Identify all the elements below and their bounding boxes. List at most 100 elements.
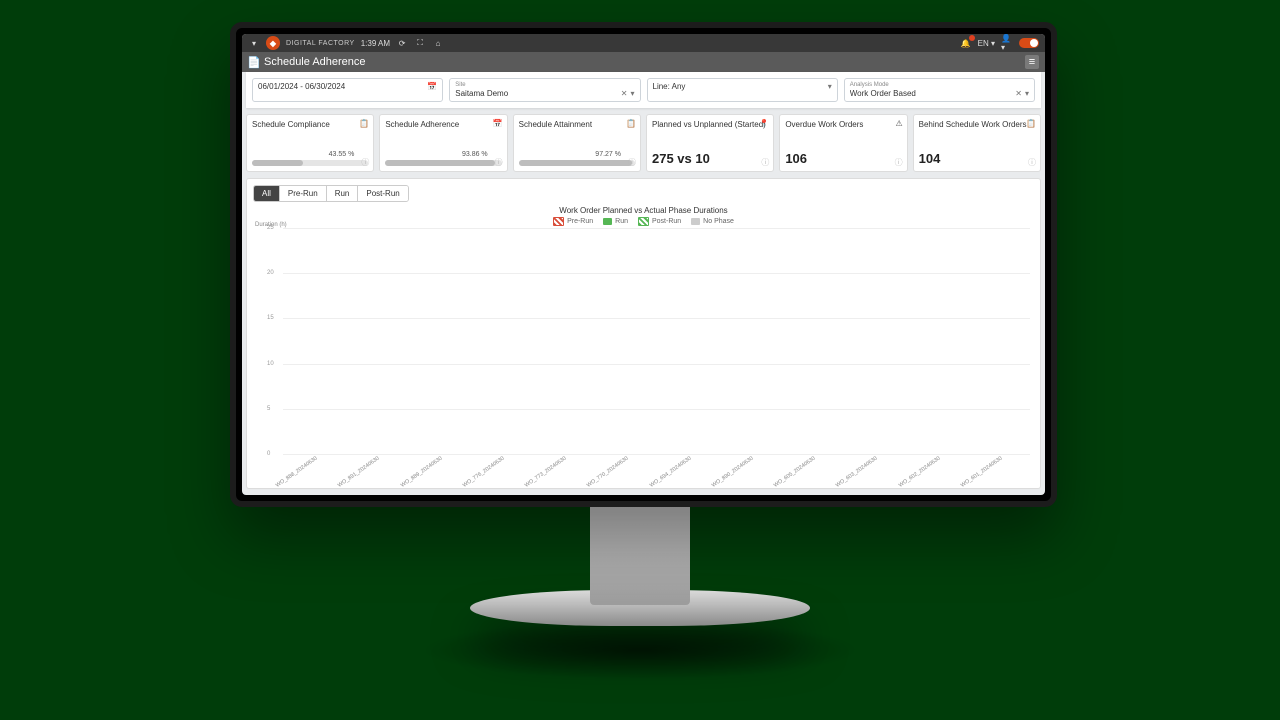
refresh-icon[interactable]: ⟳ xyxy=(396,37,408,49)
info-icon[interactable]: ⓘ xyxy=(495,157,503,168)
analysis-mode-field[interactable]: Analysis Mode Work Order Based✕▾ xyxy=(844,78,1035,102)
progress-bar: 97.27 % xyxy=(519,160,635,166)
phase-tabs: AllPre-RunRunPost-Run xyxy=(253,185,409,202)
bar-group: WO_890_20240630 xyxy=(738,228,762,454)
kpi-card: Schedule Compliance📋43.55 %ⓘ xyxy=(246,114,374,172)
tab-prerun[interactable]: Pre-Run xyxy=(280,186,327,201)
y-tick: 20 xyxy=(267,270,274,276)
y-tick: 25 xyxy=(267,225,274,231)
bell-icon[interactable]: 🔔 xyxy=(960,37,972,49)
x-tick: WO_770_20240630 xyxy=(585,454,630,489)
legend-swatch-postrun xyxy=(638,217,649,226)
kpi-title: Schedule Compliance xyxy=(252,120,368,129)
date-range-field[interactable]: 06/01/2024 - 06/30/2024📅 xyxy=(252,78,443,102)
info-icon[interactable]: ⓘ xyxy=(361,157,369,168)
chevron-down-icon[interactable]: ▾ xyxy=(1025,89,1029,98)
chart-plot: Duration (h) 0510152025 WO_888_20240630W… xyxy=(283,228,1030,454)
info-icon[interactable]: ⓘ xyxy=(628,157,636,168)
x-tick: WO_889_20240630 xyxy=(398,454,443,489)
kpi-card: Behind Schedule Work Orders📋 104ⓘ xyxy=(913,114,1041,172)
app-screen: ▾ ◆ DIGITAL FACTORY 1:39 AM ⟳ ⛶ ⌂ 🔔 EN ▾… xyxy=(242,34,1045,495)
fullscreen-icon[interactable]: ⛶ xyxy=(414,37,426,49)
x-tick: WO_890_20240630 xyxy=(710,454,755,489)
kpi-row: Schedule Compliance📋43.55 %ⓘSchedule Adh… xyxy=(242,108,1045,178)
bar-group: WO_694_20240630 xyxy=(676,228,700,454)
progress-bar: 43.55 % xyxy=(252,160,368,166)
info-icon[interactable]: ⓘ xyxy=(761,157,769,168)
bar-group: WO_888_20240630 xyxy=(302,228,326,454)
x-tick: WO_773_20240630 xyxy=(523,454,568,489)
kpi-icon: 📋 xyxy=(1026,119,1036,128)
filter-bar: 06/01/2024 - 06/30/2024📅 Site Saitama De… xyxy=(246,72,1041,108)
kpi-title: Behind Schedule Work Orders xyxy=(919,120,1035,129)
page-title-bar: 📄 Schedule Adherence ≡ xyxy=(242,52,1045,72)
legend-swatch-prerun xyxy=(553,217,564,226)
kpi-value: 106 xyxy=(785,151,901,166)
bar-group: WO_889_20240630 xyxy=(427,228,451,454)
tab-run[interactable]: Run xyxy=(327,186,359,201)
chart-title: Work Order Planned vs Actual Phase Durat… xyxy=(253,206,1034,215)
kpi-title: Schedule Adherence xyxy=(385,120,501,129)
x-tick: WO_603_20240630 xyxy=(834,454,879,489)
chevron-down-icon[interactable]: ▾ xyxy=(630,89,634,98)
clock-text: 1:39 AM xyxy=(361,39,390,48)
kpi-icon: 📅 xyxy=(493,119,503,128)
kpi-title: Schedule Attainment xyxy=(519,120,635,129)
language-selector[interactable]: EN ▾ xyxy=(978,39,995,48)
user-icon[interactable]: 👤▾ xyxy=(1001,37,1013,49)
kpi-icon: 📍 xyxy=(759,119,769,128)
kpi-icon: ⚠ xyxy=(895,119,902,128)
tab-postrun[interactable]: Post-Run xyxy=(358,186,407,201)
bar-group: WO_605_20240630 xyxy=(800,228,824,454)
chart-card: AllPre-RunRunPost-Run Work Order Planned… xyxy=(246,178,1041,489)
bar-group: WO_603_20240630 xyxy=(862,228,886,454)
kpi-value: 97.27 % xyxy=(595,151,621,158)
kpi-value: 93.86 % xyxy=(462,151,488,158)
page-menu-button[interactable]: ≡ xyxy=(1025,55,1039,69)
kpi-title: Overdue Work Orders xyxy=(785,120,901,129)
bar-group: WO_602_20240630 xyxy=(925,228,949,454)
tab-all[interactable]: All xyxy=(254,186,280,201)
clear-icon[interactable]: ✕ xyxy=(1015,89,1022,98)
kpi-card: Schedule Adherence📅93.86 %ⓘ xyxy=(379,114,507,172)
x-tick: WO_605_20240630 xyxy=(772,454,817,489)
kpi-value: 275 vs 10 xyxy=(652,151,768,166)
monitor-shadow xyxy=(420,620,860,680)
bar-group: WO_601_20240630 xyxy=(987,228,1011,454)
site-field[interactable]: Site Saitama Demo✕▾ xyxy=(449,78,640,102)
page-title: Schedule Adherence xyxy=(264,56,366,68)
x-tick: WO_602_20240630 xyxy=(896,454,941,489)
theme-toggle[interactable] xyxy=(1019,38,1039,48)
bar-group: WO_776_20240630 xyxy=(489,228,513,454)
line-field[interactable]: Line: Any▾ xyxy=(647,78,838,102)
brand-logo: ◆ xyxy=(266,36,280,50)
kpi-value: 104 xyxy=(919,151,1035,166)
x-tick: WO_694_20240630 xyxy=(647,454,692,489)
bar-group: WO_773_20240630 xyxy=(551,228,575,454)
x-tick: WO_888_20240630 xyxy=(274,454,319,489)
clear-icon[interactable]: ✕ xyxy=(621,89,628,98)
kpi-icon: 📋 xyxy=(359,119,369,128)
kpi-title: Planned vs Unplanned (Started) xyxy=(652,120,768,129)
kpi-card: Schedule Attainment📋97.27 %ⓘ xyxy=(513,114,641,172)
monitor-frame: ▾ ◆ DIGITAL FACTORY 1:39 AM ⟳ ⛶ ⌂ 🔔 EN ▾… xyxy=(230,22,1057,507)
kpi-card: Planned vs Unplanned (Started)📍 275 vs 10… xyxy=(646,114,774,172)
progress-bar: 93.86 % xyxy=(385,160,501,166)
home-icon[interactable]: ⌂ xyxy=(432,37,444,49)
document-icon: 📄 xyxy=(248,56,260,68)
kpi-value: 43.55 % xyxy=(329,151,355,158)
kpi-icon: 📋 xyxy=(626,119,636,128)
app-topbar: ▾ ◆ DIGITAL FACTORY 1:39 AM ⟳ ⛶ ⌂ 🔔 EN ▾… xyxy=(242,34,1045,52)
info-icon[interactable]: ⓘ xyxy=(895,157,903,168)
legend-swatch-run xyxy=(603,218,612,225)
calendar-icon[interactable]: 📅 xyxy=(427,82,437,91)
chevron-down-icon[interactable]: ▾ xyxy=(248,37,260,49)
info-icon[interactable]: ⓘ xyxy=(1028,157,1036,168)
chevron-down-icon[interactable]: ▾ xyxy=(828,82,832,91)
y-tick: 15 xyxy=(267,315,274,321)
bar-group: WO_891_20240630 xyxy=(364,228,388,454)
brand-text: DIGITAL FACTORY xyxy=(286,40,355,47)
y-tick: 0 xyxy=(267,451,270,457)
y-tick: 5 xyxy=(267,406,270,412)
bar-group: WO_770_20240630 xyxy=(613,228,637,454)
